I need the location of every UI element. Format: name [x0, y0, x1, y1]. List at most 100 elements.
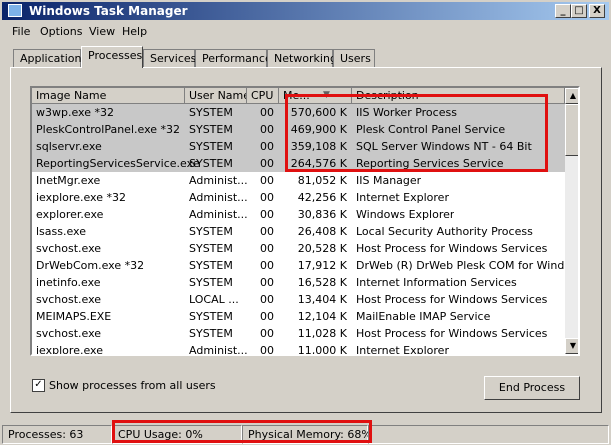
image-name-cell: MEIMAPS.EXE — [36, 310, 112, 323]
cpu-cell: 00 — [260, 276, 274, 289]
image-name-cell: InetMgr.exe — [36, 174, 101, 187]
user-name-cell: SYSTEM — [189, 106, 233, 119]
user-name-cell: Administ... — [189, 174, 248, 187]
checkmark-icon: ✓ — [34, 379, 43, 390]
description-cell: Host Process for Windows Services — [356, 327, 548, 340]
table-row[interactable]: sqlservr.exe SYSTEM 00 359,108 K SQL Server … — [32, 138, 565, 155]
image-name-cell: iexplore.exe *32 — [36, 191, 126, 204]
cpu-cell: 00 — [260, 191, 274, 204]
cpu-cell: 00 — [260, 293, 274, 306]
cpu-cell: 00 — [260, 140, 274, 153]
user-name-cell: SYSTEM — [189, 327, 233, 340]
menu-view[interactable]: View — [89, 25, 115, 38]
user-name-cell: SYSTEM — [189, 276, 233, 289]
tab-processes[interactable]: Processes — [81, 46, 143, 68]
description-cell: Local Security Authority Process — [356, 225, 533, 238]
memory-cell: 11,000 K — [297, 344, 347, 356]
menu-file[interactable]: File — [12, 25, 30, 38]
title-bar[interactable]: Windows Task Manager _ □ X — [2, 2, 609, 20]
cpu-cell: 00 — [260, 174, 274, 187]
status-empty-pane — [368, 425, 609, 444]
minimize-button[interactable]: _ — [555, 4, 571, 18]
table-row[interactable]: lsass.exe SYSTEM 00 26,408 K Local Security … — [32, 223, 565, 240]
column-memory-label: Me... — [283, 89, 310, 102]
memory-cell: 469,900 K — [290, 123, 347, 136]
column-description[interactable]: Description — [352, 88, 565, 104]
user-name-cell: SYSTEM — [189, 310, 233, 323]
memory-cell: 17,912 K — [297, 259, 347, 272]
scroll-up-icon[interactable]: ▲ — [565, 88, 578, 104]
user-name-cell: SYSTEM — [189, 157, 233, 170]
cpu-cell: 00 — [260, 225, 274, 238]
maximize-button[interactable]: □ — [571, 4, 587, 18]
cpu-cell: 00 — [260, 259, 274, 272]
table-row[interactable]: iexplore.exe *32 Administ... 00 42,256 K Int… — [32, 189, 565, 206]
user-name-cell: Administ... — [189, 191, 248, 204]
image-name-cell: PleskControlPanel.exe *32 — [36, 123, 180, 136]
image-name-cell: svchost.exe — [36, 293, 102, 306]
memory-cell: 12,104 K — [297, 310, 347, 323]
column-user-name[interactable]: User Name — [185, 88, 247, 104]
memory-cell: 13,404 K — [297, 293, 347, 306]
cpu-cell: 00 — [260, 344, 274, 356]
tab-users[interactable]: Users — [333, 49, 375, 67]
task-manager-icon — [8, 4, 22, 17]
image-name-cell: inetinfo.exe — [36, 276, 101, 289]
memory-cell: 30,836 K — [297, 208, 347, 221]
cpu-cell: 00 — [260, 106, 274, 119]
user-name-cell: SYSTEM — [189, 123, 233, 136]
table-row[interactable]: inetinfo.exe SYSTEM 00 16,528 K Internet Inf… — [32, 274, 565, 291]
user-name-cell: Administ... — [189, 208, 248, 221]
show-all-users-label[interactable]: Show processes from all users — [49, 379, 216, 392]
column-image-name[interactable]: Image Name — [32, 88, 185, 104]
table-row[interactable]: svchost.exe LOCAL ... 00 13,404 K Host Proce… — [32, 291, 565, 308]
tab-performance[interactable]: Performance — [195, 49, 272, 67]
user-name-cell: Administ... — [189, 344, 248, 356]
description-cell: MailEnable IMAP Service — [356, 310, 491, 323]
memory-cell: 20,528 K — [297, 242, 347, 255]
cpu-cell: 00 — [260, 157, 274, 170]
vertical-scrollbar[interactable]: ▲ ▼ — [565, 88, 578, 354]
memory-cell: 42,256 K — [297, 191, 347, 204]
process-list[interactable]: Image Name User Name CPU Me... ▼ Descrip… — [30, 86, 580, 356]
column-header-row: Image Name User Name CPU Me... ▼ Descrip… — [32, 88, 578, 104]
scroll-thumb[interactable] — [565, 104, 578, 156]
description-cell: Internet Explorer — [356, 191, 449, 204]
end-process-button[interactable]: End Process — [484, 376, 580, 400]
memory-cell: 26,408 K — [297, 225, 347, 238]
status-cpu-usage: CPU Usage: 0% — [112, 425, 242, 444]
tab-networking[interactable]: Networking — [267, 49, 337, 67]
table-row[interactable]: explorer.exe Administ... 00 30,836 K Windows… — [32, 206, 565, 223]
table-row[interactable]: PleskControlPanel.exe *32 SYSTEM 00 469,900… — [32, 121, 565, 138]
sort-descending-icon: ▼ — [323, 90, 330, 100]
image-name-cell: lsass.exe — [36, 225, 86, 238]
table-row[interactable]: MEIMAPS.EXE SYSTEM 00 12,104 K MailEnable IM… — [32, 308, 565, 325]
description-cell: Windows Explorer — [356, 208, 455, 221]
user-name-cell: SYSTEM — [189, 140, 233, 153]
cpu-cell: 00 — [260, 242, 274, 255]
memory-cell: 264,576 K — [290, 157, 347, 170]
scroll-down-icon[interactable]: ▼ — [565, 338, 578, 354]
table-row[interactable]: ReportingServicesService.exe SYSTEM 00 264,… — [32, 155, 565, 172]
image-name-cell: svchost.exe — [36, 242, 102, 255]
description-cell: DrWeb (R) DrWeb Plesk COM for Windows — [356, 259, 580, 272]
table-row[interactable]: w3wp.exe *32 SYSTEM 00 570,600 K IIS Worker … — [32, 104, 565, 121]
tab-applications[interactable]: Applications — [13, 49, 87, 67]
table-row[interactable]: svchost.exe SYSTEM 00 20,528 K Host Process … — [32, 240, 565, 257]
close-button[interactable]: X — [589, 4, 605, 18]
menu-help[interactable]: Help — [122, 25, 147, 38]
column-cpu[interactable]: CPU — [247, 88, 279, 104]
memory-cell: 81,052 K — [297, 174, 347, 187]
description-cell: SQL Server Windows NT - 64 Bit — [356, 140, 532, 153]
show-all-users-checkbox[interactable]: ✓ — [32, 379, 45, 392]
tab-services[interactable]: Services — [143, 49, 196, 67]
table-row[interactable]: svchost.exe SYSTEM 00 11,028 K Host Process … — [32, 325, 565, 342]
table-row[interactable]: InetMgr.exe Administ... 00 81,052 K IIS Mana… — [32, 172, 565, 189]
image-name-cell: explorer.exe — [36, 208, 104, 221]
table-row[interactable]: DrWebCom.exe *32 SYSTEM 00 17,912 K DrWeb (R… — [32, 257, 578, 274]
table-row[interactable]: iexplore.exe Administ... 00 11,000 K Interne… — [32, 342, 565, 356]
image-name-cell: sqlservr.exe — [36, 140, 102, 153]
menu-options[interactable]: Options — [40, 25, 82, 38]
column-memory[interactable]: Me... ▼ — [279, 88, 352, 104]
status-processes: Processes: 63 — [2, 425, 112, 444]
